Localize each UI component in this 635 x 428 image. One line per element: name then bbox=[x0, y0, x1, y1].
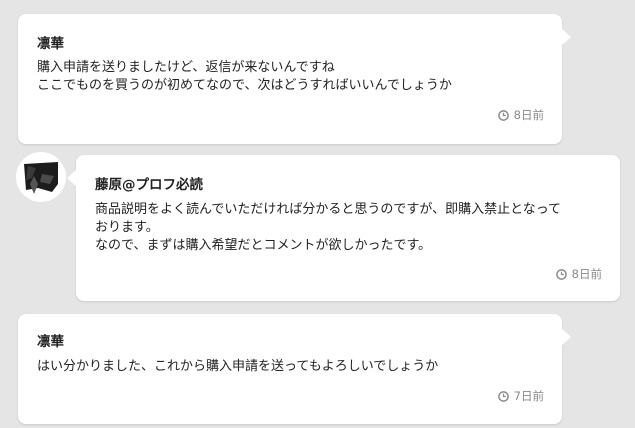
timestamp-text: 8日前 bbox=[513, 108, 544, 122]
clock-icon bbox=[497, 390, 509, 402]
message-line: 商品説明をよく読んでいただければ分かると思うのですが、即購入禁止となって bbox=[95, 202, 562, 217]
comment-thread: 凛華 購入申請を送りましたけど、返信が来ないんですね ここでものを買うのが初めて… bbox=[0, 0, 635, 428]
clock-icon bbox=[555, 268, 567, 280]
user-avatar-image bbox=[18, 154, 64, 200]
message-sender: 凛華 bbox=[37, 36, 64, 52]
message-timestamp: 8日前 bbox=[497, 107, 544, 123]
message-body: 商品説明をよく読んでいただければ分かると思うのですが、即購入禁止となって おりま… bbox=[95, 201, 561, 255]
message-bubble: 凛華 はい分かりました、これから購入申請を送ってもよろしいでしょうか 7日前 bbox=[18, 314, 571, 424]
timestamp-text: 7日前 bbox=[513, 389, 544, 403]
message-timestamp: 7日前 bbox=[497, 388, 544, 404]
avatar[interactable] bbox=[18, 154, 64, 200]
message-line: ここでものを買うのが初めてなので、次はどうすればいいんでしょうか bbox=[37, 78, 452, 93]
message-body: はい分かりました、これから購入申請を送ってもよろしいでしょうか bbox=[37, 358, 438, 376]
timestamp-text: 8日前 bbox=[571, 267, 602, 281]
message-line: おります。 bbox=[95, 220, 159, 235]
message-line: なので、まずは購入希望だとコメントが欲しかったです。 bbox=[95, 238, 432, 253]
message-line: 購入申請を送りましたけど、返信が来ないんですね bbox=[37, 60, 335, 75]
message-sender: 凛華 bbox=[37, 334, 64, 350]
message-bubble: 凛華 購入申請を送りましたけど、返信が来ないんですね ここでものを買うのが初めて… bbox=[18, 14, 571, 144]
message-timestamp: 8日前 bbox=[555, 266, 602, 282]
message-sender[interactable]: 藤原@プロフ必読 bbox=[95, 173, 203, 193]
clock-icon bbox=[497, 109, 509, 121]
message-line: はい分かりました、これから購入申請を送ってもよろしいでしょうか bbox=[37, 359, 439, 374]
message-bubble: 藤原@プロフ必読 商品説明をよく読んでいただければ分かると思うのですが、即購入禁… bbox=[67, 155, 620, 301]
message-body: 購入申請を送りましたけど、返信が来ないんですね ここでものを買うのが初めてなので… bbox=[37, 59, 452, 95]
